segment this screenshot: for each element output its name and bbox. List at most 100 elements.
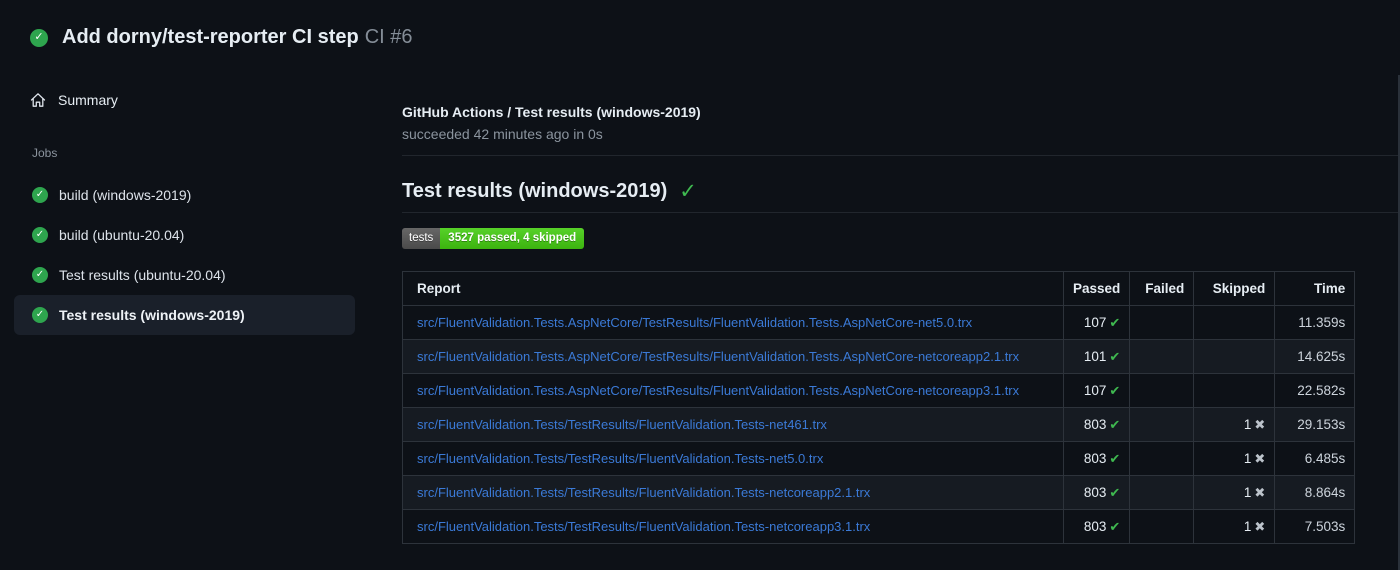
report-link[interactable]: src/FluentValidation.Tests/TestResults/F…	[417, 485, 870, 500]
sidebar-summary-label: Summary	[58, 92, 118, 108]
report-link[interactable]: src/FluentValidation.Tests/TestResults/F…	[417, 451, 823, 466]
table-header-row: Report Passed Failed Skipped Time	[402, 271, 1356, 306]
check-icon: ✓	[679, 180, 697, 203]
skipped-cell	[1193, 373, 1276, 408]
report-link[interactable]: src/FluentValidation.Tests.AspNetCore/Te…	[417, 315, 972, 330]
cross-icon: ✖	[1254, 484, 1266, 500]
time-cell: 8.864s	[1274, 475, 1356, 510]
skipped-cell: 1 ✖	[1193, 441, 1276, 476]
time-cell: 11.359s	[1274, 305, 1356, 340]
failed-cell	[1129, 373, 1195, 408]
main-content: GitHub Actions / Test results (windows-2…	[402, 80, 1400, 570]
check-circle-icon: ✓	[32, 307, 48, 323]
run-title: Add dorny/test-reporter CI step CI #6	[62, 26, 413, 49]
failed-cell	[1129, 475, 1195, 510]
check-run-status: succeeded 42 minutes ago in 0s	[402, 126, 603, 142]
report-cell: src/FluentValidation.Tests.AspNetCore/Te…	[402, 373, 1064, 408]
sidebar-item-summary[interactable]: Summary	[30, 92, 118, 108]
column-header-passed: Passed	[1062, 271, 1131, 306]
report-link[interactable]: src/FluentValidation.Tests.AspNetCore/Te…	[417, 349, 1019, 364]
check-icon: ✔	[1109, 382, 1121, 398]
run-title-text: Add dorny/test-reporter CI step	[62, 26, 359, 48]
check-icon: ✔	[1109, 314, 1121, 330]
cross-icon: ✖	[1254, 450, 1266, 466]
home-icon	[30, 92, 46, 108]
column-header-time: Time	[1274, 271, 1356, 306]
failed-cell	[1129, 407, 1195, 442]
sidebar-job-label: build (windows-2019)	[59, 187, 192, 203]
badge-value: 3527 passed, 4 skipped	[440, 228, 585, 249]
report-link[interactable]: src/FluentValidation.Tests/TestResults/F…	[417, 519, 870, 534]
table-row: src/FluentValidation.Tests.AspNetCore/Te…	[402, 305, 1356, 340]
divider	[402, 155, 1400, 156]
report-cell: src/FluentValidation.Tests/TestResults/F…	[402, 441, 1064, 476]
passed-cell: 101 ✔	[1062, 339, 1131, 374]
failed-cell	[1129, 339, 1195, 374]
time-cell: 7.503s	[1274, 509, 1356, 544]
time-cell: 22.582s	[1274, 373, 1356, 408]
run-number: CI #6	[364, 26, 413, 48]
report-cell: src/FluentValidation.Tests/TestResults/F…	[402, 475, 1064, 510]
check-icon: ✔	[1109, 450, 1121, 466]
table-row: src/FluentValidation.Tests/TestResults/F…	[402, 441, 1356, 476]
skipped-cell	[1193, 305, 1276, 340]
sidebar-job-label: build (ubuntu-20.04)	[59, 227, 185, 243]
check-circle-icon: ✓	[32, 187, 48, 203]
skipped-cell: 1 ✖	[1193, 407, 1276, 442]
sidebar-job-item[interactable]: ✓ Test results (windows-2019)	[14, 295, 355, 335]
sidebar-job-item[interactable]: ✓ Test results (ubuntu-20.04)	[14, 255, 355, 295]
failed-cell	[1129, 441, 1195, 476]
section-heading-text: Test results (windows-2019)	[402, 180, 668, 202]
time-cell: 6.485s	[1274, 441, 1356, 476]
report-cell: src/FluentValidation.Tests.AspNetCore/Te…	[402, 339, 1064, 374]
report-cell: src/FluentValidation.Tests/TestResults/F…	[402, 407, 1064, 442]
check-circle-icon: ✓	[30, 28, 48, 47]
table-row: src/FluentValidation.Tests/TestResults/F…	[402, 509, 1356, 544]
table-row: src/FluentValidation.Tests/TestResults/F…	[402, 475, 1356, 510]
time-cell: 29.153s	[1274, 407, 1356, 442]
check-circle-icon: ✓	[32, 267, 48, 283]
report-cell: src/FluentValidation.Tests.AspNetCore/Te…	[402, 305, 1064, 340]
time-cell: 14.625s	[1274, 339, 1356, 374]
passed-cell: 803 ✔	[1062, 509, 1131, 544]
skipped-cell: 1 ✖	[1193, 475, 1276, 510]
column-header-report: Report	[402, 271, 1064, 306]
sidebar-job-item[interactable]: ✓ build (ubuntu-20.04)	[14, 215, 355, 255]
run-header: ✓ Add dorny/test-reporter CI step CI #6	[30, 26, 413, 49]
sidebar-jobs-list: ✓ build (windows-2019) ✓ build (ubuntu-2…	[14, 175, 355, 335]
report-link[interactable]: src/FluentValidation.Tests/TestResults/F…	[417, 417, 827, 432]
sidebar-job-label: Test results (windows-2019)	[59, 307, 245, 323]
cross-icon: ✖	[1254, 518, 1266, 534]
report-link[interactable]: src/FluentValidation.Tests.AspNetCore/Te…	[417, 383, 1019, 398]
failed-cell	[1129, 509, 1195, 544]
passed-cell: 107 ✔	[1062, 305, 1131, 340]
passed-cell: 803 ✔	[1062, 475, 1131, 510]
check-icon: ✔	[1109, 518, 1121, 534]
skipped-cell: 1 ✖	[1193, 509, 1276, 544]
badge-label: tests	[402, 228, 441, 249]
section-heading: Test results (windows-2019) ✓	[402, 179, 697, 204]
report-cell: src/FluentValidation.Tests/TestResults/F…	[402, 509, 1064, 544]
check-run-title: GitHub Actions / Test results (windows-2…	[402, 104, 701, 120]
test-results-table: Report Passed Failed Skipped Time src/Fl…	[402, 271, 1356, 544]
check-icon: ✔	[1109, 484, 1121, 500]
column-header-skipped: Skipped	[1193, 271, 1276, 306]
cross-icon: ✖	[1254, 416, 1266, 432]
passed-cell: 803 ✔	[1062, 441, 1131, 476]
sidebar-job-label: Test results (ubuntu-20.04)	[59, 267, 226, 283]
failed-cell	[1129, 305, 1195, 340]
table-row: src/FluentValidation.Tests.AspNetCore/Te…	[402, 373, 1356, 408]
check-icon: ✔	[1109, 416, 1121, 432]
table-row: src/FluentValidation.Tests.AspNetCore/Te…	[402, 339, 1356, 374]
check-circle-icon: ✓	[32, 227, 48, 243]
column-header-failed: Failed	[1129, 271, 1195, 306]
check-icon: ✔	[1109, 348, 1121, 364]
passed-cell: 107 ✔	[1062, 373, 1131, 408]
divider	[402, 212, 1400, 213]
passed-cell: 803 ✔	[1062, 407, 1131, 442]
tests-badge: tests 3527 passed, 4 skipped	[402, 228, 585, 249]
sidebar-jobs-heading: Jobs	[32, 146, 58, 160]
sidebar-job-item[interactable]: ✓ build (windows-2019)	[14, 175, 355, 215]
skipped-cell	[1193, 339, 1276, 374]
table-row: src/FluentValidation.Tests/TestResults/F…	[402, 407, 1356, 442]
